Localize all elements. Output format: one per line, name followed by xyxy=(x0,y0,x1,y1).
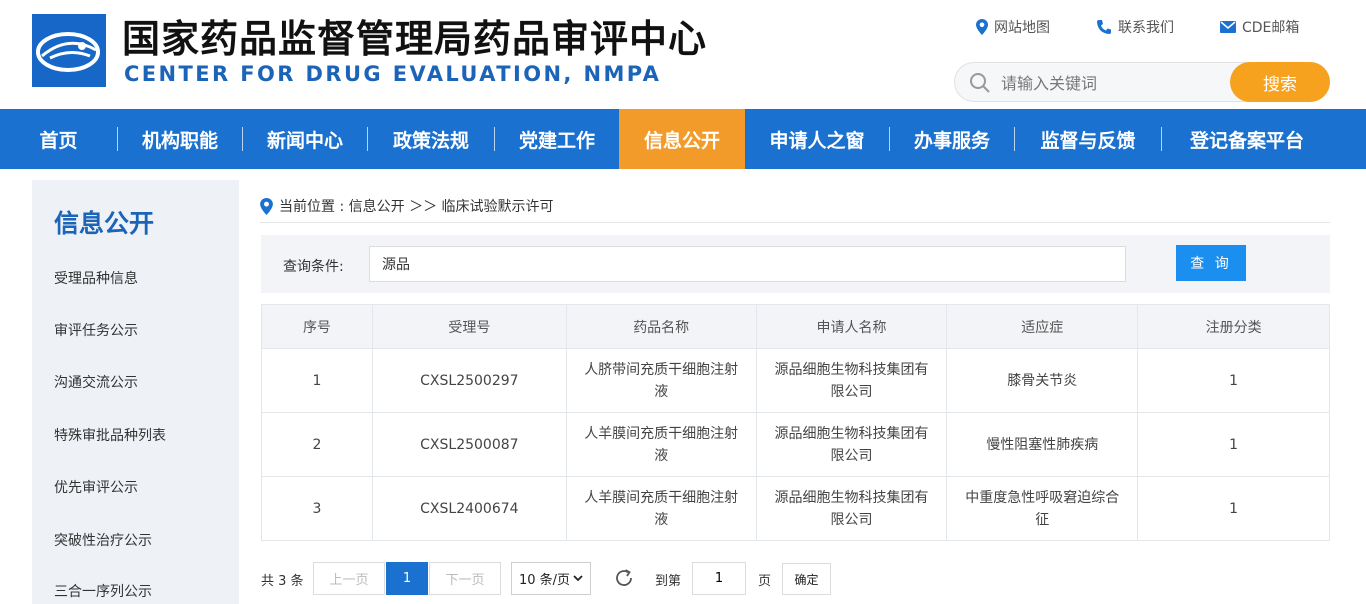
sidebar-title: 信息公开 xyxy=(54,209,155,238)
table-header-row: 序号 受理号 药品名称 申请人名称 适应症 注册分类 xyxy=(261,304,1330,349)
page-size-select[interactable]: 10 条/页 xyxy=(511,562,591,595)
col-drug-name: 药品名称 xyxy=(565,304,757,349)
prev-page-button[interactable]: 上一页 xyxy=(313,562,385,595)
cell-reg-class: 1 xyxy=(1137,348,1330,413)
cell-reg-class: 1 xyxy=(1137,476,1330,541)
site-title-en: CENTER FOR DRUG EVALUATION, NMPA xyxy=(124,62,662,86)
col-acceptance-no: 受理号 xyxy=(371,304,567,349)
chevron-down-icon xyxy=(573,575,583,582)
location-pin-icon xyxy=(260,197,273,215)
phone-icon xyxy=(1097,20,1111,34)
col-index: 序号 xyxy=(261,304,373,349)
cell-indication: 中重度急性呼吸窘迫综合征 xyxy=(946,476,1139,541)
table-row[interactable]: 2 CXSL2500087 人羊膜间充质干细胞注射液 源品细胞生物科技集团有限公… xyxy=(261,412,1330,477)
email-label: CDE邮箱 xyxy=(1242,20,1300,36)
mail-icon xyxy=(1220,21,1236,33)
nav-info-public[interactable]: 信息公开 xyxy=(619,109,745,169)
next-page-button[interactable]: 下一页 xyxy=(429,562,501,595)
pagination-total: 共 3 条 xyxy=(261,574,304,589)
page-unit-label: 页 xyxy=(758,574,772,589)
search-button[interactable]: 搜索 xyxy=(1230,62,1330,102)
sidebar-item-review-tasks[interactable]: 审评任务公示 xyxy=(54,320,138,340)
nav-feedback[interactable]: 监督与反馈 xyxy=(1015,109,1161,169)
col-indication: 适应症 xyxy=(946,304,1139,349)
nav-applicant[interactable]: 申请人之窗 xyxy=(745,109,889,169)
goto-label: 到第 xyxy=(655,574,682,589)
cell-applicant: 源品细胞生物科技集团有限公司 xyxy=(755,412,948,477)
nav-party[interactable]: 党建工作 xyxy=(495,109,619,169)
cell-index: 2 xyxy=(261,412,373,477)
cell-acceptance-no[interactable]: CXSL2400674 xyxy=(371,476,567,541)
email-link[interactable]: CDE邮箱 xyxy=(1220,17,1299,37)
cell-indication: 慢性阻塞性肺疾病 xyxy=(946,412,1139,477)
cell-drug-name: 人羊膜间充质干细胞注射液 xyxy=(565,476,757,541)
sidebar-item-special-approval[interactable]: 特殊审批品种列表 xyxy=(54,425,166,445)
cell-applicant: 源品细胞生物科技集团有限公司 xyxy=(755,476,948,541)
query-input[interactable] xyxy=(369,246,1126,282)
logo-emblem-icon xyxy=(36,32,100,72)
nav-functions[interactable]: 机构职能 xyxy=(118,109,242,169)
breadcrumb: 当前位置 : 信息公开 ＞＞ 临床试验默示许可 xyxy=(260,196,554,216)
sidebar-item-breakthrough[interactable]: 突破性治疗公示 xyxy=(54,530,152,550)
table-row[interactable]: 3 CXSL2400674 人羊膜间充质干细胞注射液 源品细胞生物科技集团有限公… xyxy=(261,476,1330,541)
nav-news[interactable]: 新闻中心 xyxy=(243,109,367,169)
query-panel: 查询条件: 查 询 xyxy=(261,235,1330,293)
cell-acceptance-no[interactable]: CXSL2500297 xyxy=(371,348,567,413)
page-number-button[interactable]: 1 xyxy=(386,562,428,595)
cell-drug-name: 人脐带间充质干细胞注射液 xyxy=(565,348,757,413)
sidebar-item-communication[interactable]: 沟通交流公示 xyxy=(54,372,138,392)
cell-applicant: 源品细胞生物科技集团有限公司 xyxy=(755,348,948,413)
contact-label: 联系我们 xyxy=(1118,20,1174,36)
cell-reg-class: 1 xyxy=(1137,412,1330,477)
nav-home[interactable]: 首页 xyxy=(0,109,117,169)
search-icon xyxy=(970,73,990,93)
site-header: 国家药品监督管理局药品审评中心 CENTER FOR DRUG EVALUATI… xyxy=(0,0,1366,109)
goto-confirm-button[interactable]: 确定 xyxy=(782,563,831,595)
table-row[interactable]: 1 CXSL2500297 人脐带间充质干细胞注射液 源品细胞生物科技集团有限公… xyxy=(261,348,1330,413)
results-table: 序号 受理号 药品名称 申请人名称 适应症 注册分类 1 CXSL2500297… xyxy=(261,304,1330,541)
goto-page-input[interactable] xyxy=(692,562,746,595)
page-size-value: 10 条/页 xyxy=(519,573,571,588)
query-button[interactable]: 查 询 xyxy=(1176,245,1246,281)
breadcrumb-divider xyxy=(260,222,1330,223)
breadcrumb-text: 当前位置 : 信息公开 ＞＞ 临床试验默示许可 xyxy=(279,199,554,215)
nav-registration[interactable]: 登记备案平台 xyxy=(1162,109,1332,169)
nav-services[interactable]: 办事服务 xyxy=(890,109,1014,169)
sidebar-item-three-in-one[interactable]: 三合一序列公示 xyxy=(54,581,152,601)
cde-logo[interactable] xyxy=(32,14,106,87)
sidebar-item-priority-review[interactable]: 优先审评公示 xyxy=(54,477,138,497)
sidebar: 信息公开 受理品种信息 审评任务公示 沟通交流公示 特殊审批品种列表 优先审评公… xyxy=(32,180,239,604)
nav-policy[interactable]: 政策法规 xyxy=(368,109,494,169)
main-nav: 首页 机构职能 新闻中心 政策法规 党建工作 信息公开 申请人之窗 办事服务 监… xyxy=(0,109,1366,169)
cell-acceptance-no[interactable]: CXSL2500087 xyxy=(371,412,567,477)
refresh-icon[interactable] xyxy=(613,567,635,589)
sidebar-item-accepted[interactable]: 受理品种信息 xyxy=(54,268,138,288)
cell-indication: 膝骨关节炎 xyxy=(946,348,1139,413)
site-title-cn: 国家药品监督管理局药品审评中心 xyxy=(122,17,708,61)
contact-link[interactable]: 联系我们 xyxy=(1096,17,1174,37)
cell-index: 1 xyxy=(261,348,373,413)
col-reg-class: 注册分类 xyxy=(1137,304,1330,349)
search-input[interactable] xyxy=(1001,71,1221,95)
col-applicant: 申请人名称 xyxy=(755,304,948,349)
cell-drug-name: 人羊膜间充质干细胞注射液 xyxy=(565,412,757,477)
map-pin-icon xyxy=(976,19,988,35)
query-label: 查询条件: xyxy=(283,259,344,275)
site-search: 搜索 xyxy=(954,62,1330,102)
sitemap-link[interactable]: 网站地图 xyxy=(976,17,1050,37)
top-links: 网站地图 联系我们 CDE邮箱 xyxy=(976,17,1299,37)
sitemap-label: 网站地图 xyxy=(994,20,1050,36)
cell-index: 3 xyxy=(261,476,373,541)
